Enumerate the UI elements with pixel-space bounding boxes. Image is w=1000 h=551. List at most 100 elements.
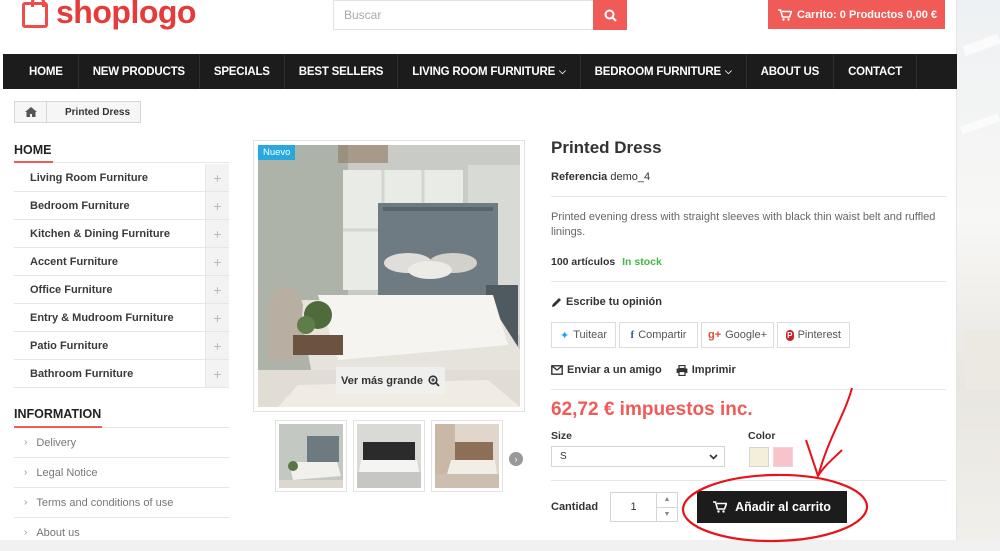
expand-plus-icon[interactable]: +	[205, 164, 229, 191]
expand-plus-icon[interactable]: +	[205, 276, 229, 303]
nav-label: CONTACT	[848, 65, 903, 78]
category-label: Entry & Mudroom Furniture	[30, 311, 174, 324]
quantity-down-icon[interactable]: ▼	[657, 508, 677, 522]
breadcrumb: Printed Dress	[14, 101, 142, 123]
quantity-label: Cantidad	[551, 501, 599, 513]
print-link[interactable]: Imprimir	[676, 364, 736, 376]
share-label: Compartir	[638, 329, 687, 341]
nav-label: BEST SELLERS	[298, 65, 384, 78]
quantity-up-icon[interactable]: ▲	[657, 493, 677, 508]
thumbnail-1[interactable]	[275, 420, 347, 492]
quantity-input[interactable]: 1	[611, 493, 656, 521]
product-reference: Referencia demo_4	[551, 171, 650, 183]
add-to-cart-label: Añadir al carrito	[735, 500, 831, 514]
expand-plus-icon[interactable]: +	[205, 220, 229, 247]
size-select[interactable]: S	[551, 446, 725, 467]
category-label: Living Room Furniture	[30, 171, 148, 184]
nav-label: NEW PRODUCTS	[92, 65, 185, 78]
shop-logo[interactable]: shoplogo	[22, 0, 196, 31]
category-item[interactable]: Accent Furniture +	[14, 248, 229, 276]
divider	[551, 196, 946, 197]
quantity-stepper: 1 ▲ ▼	[610, 492, 678, 522]
search-input[interactable]	[333, 0, 593, 30]
nav-item-new-products[interactable]: NEW PRODUCTS	[79, 54, 200, 89]
thumbnail-next-arrow-icon[interactable]: ›	[509, 452, 523, 466]
chevron-down-icon	[709, 454, 718, 460]
share-label: Google+	[725, 329, 768, 341]
nav-label: BEDROOM FURNITURE	[594, 65, 721, 78]
nav-item-contact[interactable]: CONTACT	[834, 54, 918, 89]
nav-item-bedroom-furniture[interactable]: BEDROOM FURNITURE ⌵	[581, 54, 747, 89]
info-link-label: Legal Notice	[36, 466, 98, 479]
expand-plus-icon[interactable]: +	[205, 360, 229, 387]
color-swatch-pink[interactable]	[773, 447, 793, 467]
print-label: Imprimir	[691, 364, 736, 376]
category-label: Accent Furniture	[30, 255, 119, 268]
search-icon	[604, 9, 617, 22]
nav-item-home[interactable]: HOME	[3, 54, 79, 89]
breadcrumb-home[interactable]	[15, 102, 47, 122]
info-link-legal-notice[interactable]: › Legal Notice	[14, 458, 229, 488]
thumbnail-2[interactable]	[353, 420, 425, 492]
zoom-button[interactable]: Ver más grande	[336, 367, 445, 394]
cart-icon	[778, 8, 792, 21]
twitter-icon: ✦	[559, 329, 570, 342]
printer-icon	[676, 364, 688, 376]
color-label: Color	[748, 430, 776, 442]
chevron-right-icon: ›	[24, 497, 28, 508]
category-item[interactable]: Office Furniture +	[14, 276, 229, 304]
share-pinterest-button[interactable]: P Pinterest	[777, 322, 850, 348]
category-item[interactable]: Living Room Furniture +	[14, 164, 229, 192]
pinterest-icon: P	[786, 329, 794, 341]
nav-item-living-room-furniture[interactable]: LIVING ROOM FURNITURE ⌵	[398, 54, 581, 89]
expand-plus-icon[interactable]: +	[205, 192, 229, 219]
share-google-plus-button[interactable]: g+ Google+	[701, 322, 774, 348]
category-item[interactable]: Bathroom Furniture +	[14, 360, 229, 388]
category-item[interactable]: Entry & Mudroom Furniture +	[14, 304, 229, 332]
thumbnail-3[interactable]	[431, 420, 503, 492]
color-swatch-cream[interactable]	[749, 447, 769, 467]
thumbnail-image	[435, 424, 499, 488]
product-price: 62,72 € impuestos inc.	[551, 399, 753, 420]
categories-title[interactable]: HOME	[14, 143, 52, 157]
product-description: Printed evening dress with straight slee…	[551, 211, 936, 238]
add-to-cart-button[interactable]: Añadir al carrito	[697, 491, 847, 523]
information-list: › Delivery › Legal Notice › Terms and condi…	[14, 428, 229, 548]
information-title: INFORMATION	[14, 407, 102, 421]
stock-count: 100 artículos	[551, 256, 616, 268]
nav-item-specials[interactable]: SPECIALS	[200, 54, 285, 89]
search-bar	[333, 0, 627, 30]
zoom-in-icon	[428, 374, 440, 387]
expand-plus-icon[interactable]: +	[205, 248, 229, 275]
chevron-down-icon: ⌵	[724, 66, 732, 76]
share-facebook-button[interactable]: f Compartir	[619, 322, 698, 348]
nav-item-best-sellers[interactable]: BEST SELLERS	[285, 54, 399, 89]
chevron-right-icon: ›	[24, 467, 28, 478]
cart-label: Carrito: 0 Productos 0,00 €	[797, 8, 937, 21]
category-label: Bathroom Furniture	[30, 367, 134, 380]
info-link-terms[interactable]: › Terms and conditions of use	[14, 488, 229, 518]
zoom-label: Ver más grande	[341, 374, 423, 387]
divider	[551, 281, 946, 282]
divider	[551, 480, 946, 481]
info-link-label: Delivery	[36, 436, 77, 449]
category-item[interactable]: Bedroom Furniture +	[14, 192, 229, 220]
breadcrumb-current: Printed Dress	[65, 106, 131, 118]
nav-item-about-us[interactable]: ABOUT US	[747, 54, 835, 89]
stock-status: In stock	[622, 256, 662, 268]
category-list: Living Room Furniture + Bedroom Furniture…	[14, 164, 229, 388]
write-review-link[interactable]: Escribe tu opinión	[551, 296, 662, 308]
info-link-delivery[interactable]: › Delivery	[14, 428, 229, 458]
cart-button[interactable]: Carrito: 0 Productos 0,00 €	[768, 0, 945, 29]
quantity-arrows: ▲ ▼	[656, 493, 677, 521]
expand-plus-icon[interactable]: +	[205, 332, 229, 359]
bottom-strip	[0, 540, 1000, 551]
envelope-icon	[551, 365, 563, 375]
category-item[interactable]: Patio Furniture +	[14, 332, 229, 360]
share-twitter-button[interactable]: ✦ Tuitear	[551, 322, 616, 348]
google-plus-icon: g+	[707, 329, 722, 341]
category-item[interactable]: Kitchen & Dining Furniture +	[14, 220, 229, 248]
search-button[interactable]	[593, 0, 627, 30]
send-to-friend-link[interactable]: Enviar a un amigo	[551, 364, 662, 376]
expand-plus-icon[interactable]: +	[205, 304, 229, 331]
